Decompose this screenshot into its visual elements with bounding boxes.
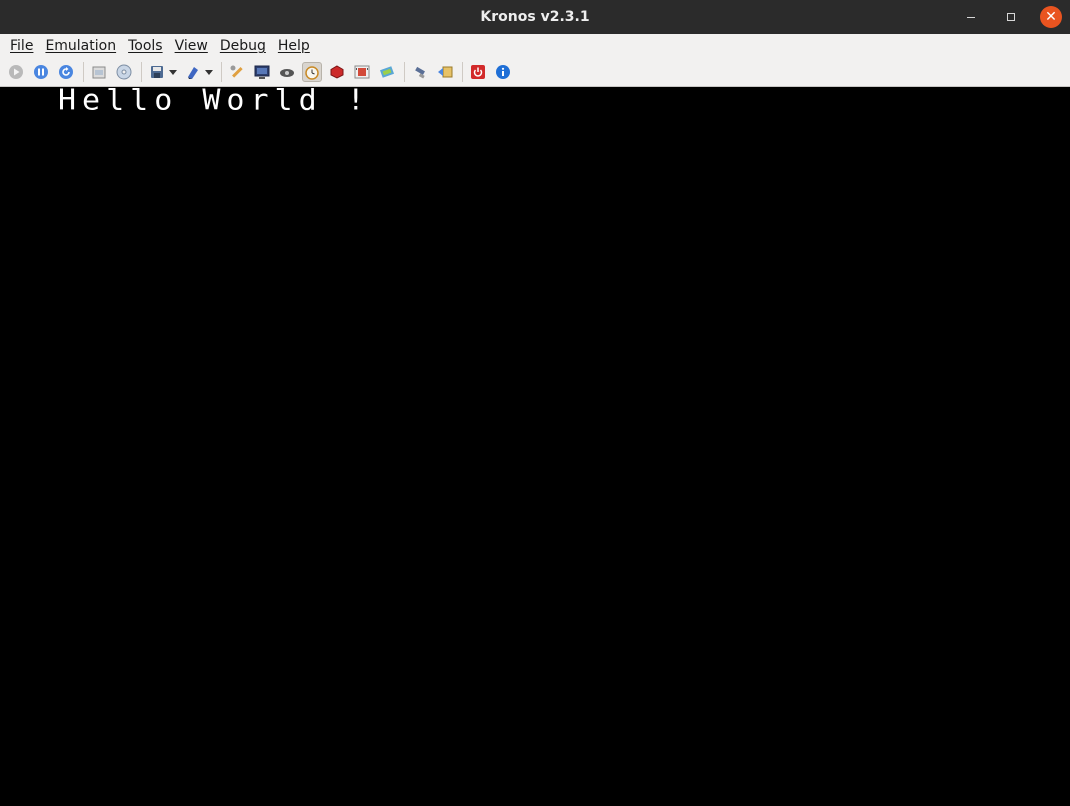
memory-button[interactable] bbox=[377, 62, 397, 82]
toolbar bbox=[0, 58, 1070, 87]
about-button[interactable] bbox=[493, 62, 513, 82]
info-icon bbox=[496, 65, 510, 79]
brush-icon bbox=[415, 66, 425, 79]
wrench-icon bbox=[230, 65, 243, 78]
frameskip-button[interactable] bbox=[302, 62, 322, 82]
toolbar-separator bbox=[83, 62, 84, 82]
menu-help[interactable]: Help bbox=[272, 38, 316, 54]
reset-icon bbox=[59, 65, 73, 79]
maximize-button[interactable] bbox=[1000, 6, 1022, 28]
open-cd-button[interactable] bbox=[114, 62, 134, 82]
save-state-icon bbox=[151, 66, 163, 78]
screen-text: Hello World ! bbox=[58, 83, 371, 118]
save-state-dropdown-icon[interactable] bbox=[169, 69, 177, 75]
toolbar-separator bbox=[141, 62, 142, 82]
pause-button[interactable] bbox=[31, 62, 51, 82]
window-titlebar: Kronos v2.3.1 ✕ bbox=[0, 0, 1070, 34]
close-icon: ✕ bbox=[1045, 9, 1057, 25]
tape-button[interactable] bbox=[352, 62, 372, 82]
menu-tools[interactable]: Tools bbox=[122, 38, 169, 54]
load-state-icon bbox=[188, 67, 198, 79]
close-button[interactable]: ✕ bbox=[1040, 6, 1062, 28]
screenshot-button[interactable] bbox=[252, 62, 272, 82]
eye-icon bbox=[280, 69, 294, 77]
play-icon bbox=[9, 65, 23, 79]
film-icon bbox=[354, 65, 370, 79]
pause-icon bbox=[34, 65, 48, 79]
window-title: Kronos v2.3.1 bbox=[480, 9, 590, 25]
window-controls: ✕ bbox=[960, 6, 1062, 28]
reset-button[interactable] bbox=[56, 62, 76, 82]
maximize-icon bbox=[1007, 13, 1015, 21]
menubar: File Emulation Tools View Debug Help bbox=[0, 34, 1070, 58]
power-icon bbox=[471, 65, 485, 79]
record-button[interactable] bbox=[327, 62, 347, 82]
open-cd-icon bbox=[116, 64, 132, 80]
toolbar-separator bbox=[462, 62, 463, 82]
load-state-dropdown-icon[interactable] bbox=[205, 69, 213, 75]
chip-icon bbox=[379, 66, 395, 78]
menu-emulation[interactable]: Emulation bbox=[39, 38, 122, 54]
minimize-button[interactable] bbox=[960, 6, 982, 28]
backup-button[interactable] bbox=[410, 62, 430, 82]
monitor-icon bbox=[254, 65, 270, 79]
save-state-button[interactable] bbox=[147, 62, 167, 82]
quit-button[interactable] bbox=[468, 62, 488, 82]
transfer-button[interactable] bbox=[435, 62, 455, 82]
toolbar-separator bbox=[404, 62, 405, 82]
menu-file[interactable]: File bbox=[4, 38, 39, 54]
menu-view[interactable]: View bbox=[169, 38, 214, 54]
open-iso-icon bbox=[92, 66, 106, 79]
open-iso-button[interactable] bbox=[89, 62, 109, 82]
load-state-button[interactable] bbox=[183, 62, 203, 82]
alarm-clock-icon bbox=[305, 66, 319, 80]
toolbar-separator bbox=[221, 62, 222, 82]
minimize-icon bbox=[967, 16, 975, 18]
cheats-button[interactable] bbox=[277, 62, 297, 82]
play-button[interactable] bbox=[6, 62, 26, 82]
record-icon bbox=[330, 65, 344, 79]
settings-button[interactable] bbox=[227, 62, 247, 82]
transfer-icon bbox=[438, 66, 453, 78]
emulator-screen[interactable]: Hello World ! bbox=[0, 83, 1070, 806]
menu-debug[interactable]: Debug bbox=[214, 38, 272, 54]
